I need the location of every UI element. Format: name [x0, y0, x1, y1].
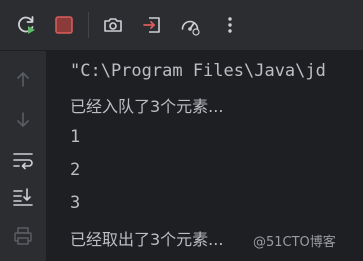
console-line: 已经入队了3个元素... [70, 97, 224, 116]
arrow-up-icon [17, 72, 29, 87]
scroll-to-end-icon [13, 188, 33, 206]
soft-wrap-button[interactable] [10, 147, 36, 173]
stop-button[interactable] [51, 12, 77, 38]
rerun-button[interactable] [13, 12, 39, 38]
more-icon [228, 17, 232, 33]
print-icon [14, 227, 32, 245]
console-line: 已经取出了3个元素... [70, 230, 224, 249]
console-line: 1 [70, 127, 81, 147]
more-options-button[interactable] [217, 12, 243, 38]
console-line: 3 [70, 193, 81, 213]
exit-button[interactable] [139, 12, 165, 38]
scroll-to-end-button[interactable] [10, 184, 36, 210]
stop-icon [55, 16, 73, 34]
watermark: @51CTO博客 [253, 235, 336, 250]
exit-icon [143, 17, 160, 33]
profiler-button[interactable] [177, 12, 203, 38]
navigate-down-button[interactable] [10, 107, 36, 133]
console-sidebar [0, 51, 46, 261]
soft-wrap-icon [13, 153, 33, 170]
rerun-icon [18, 16, 35, 34]
camera-icon [104, 18, 122, 32]
print-button[interactable] [10, 223, 36, 249]
screenshot-button[interactable] [100, 12, 126, 38]
console-line: "C:\Program Files\Java\jd [70, 61, 326, 81]
navigate-up-button[interactable] [10, 66, 36, 92]
run-toolbar [0, 0, 363, 51]
profiler-icon [181, 20, 200, 36]
console-line: 2 [70, 160, 81, 180]
toolbar-separator [88, 12, 89, 38]
arrow-down-icon [17, 112, 29, 127]
console-output[interactable]: "C:\Program Files\Java\jd 已经入队了3个元素... 1… [46, 51, 363, 261]
